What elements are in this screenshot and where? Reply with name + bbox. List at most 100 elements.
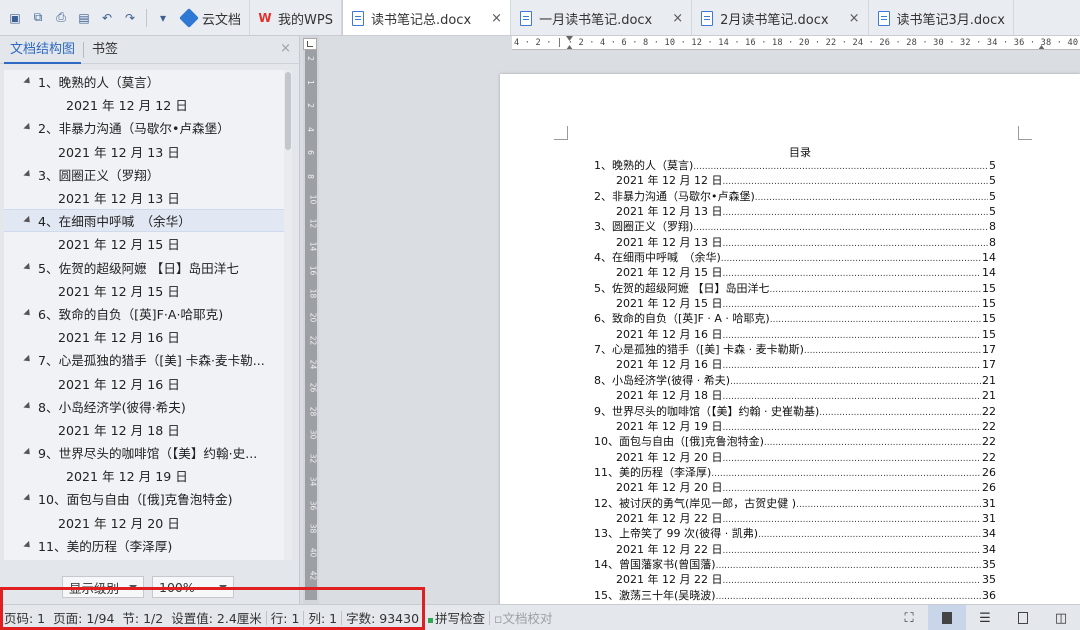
collapse-triangle-icon[interactable] [23, 169, 33, 179]
proofread-button[interactable]: ▫文档校对 [490, 608, 557, 627]
toc-entry[interactable]: 10、面包与自由（[俄]克鲁泡特金)......................… [594, 434, 996, 449]
status-setting[interactable]: 设置值: 2.4厘米 [167, 608, 266, 627]
toc-subentry[interactable]: 2021 年 12 月 19 日........................… [594, 419, 996, 434]
dropdown-icon[interactable]: ▾ [152, 7, 174, 29]
outline-scrollbar[interactable] [284, 70, 292, 560]
status-word-count[interactable]: 字数: 93430 [342, 608, 423, 627]
tab-document[interactable]: 一月读书笔记.docx × [511, 0, 693, 35]
outline-subheading-item[interactable]: 2021 年 12 月 16 日 [4, 371, 292, 394]
outline-subheading-item[interactable]: 2021 年 12 月 20 日 [4, 511, 292, 534]
vertical-ruler[interactable]: 2 1 2 4 6 8 10 12 14 16 18 20 22 24 26 28 30 32 34 36 38 40 42 [303, 36, 319, 604]
focus-mode-icon[interactable]: ⛶ [890, 605, 928, 630]
toc-entry[interactable]: 14、曾国藩家书(曾国藩)...........................… [594, 557, 996, 572]
tab-document[interactable]: 2月读书笔记.docx × [692, 0, 869, 35]
outline-subheading-item[interactable]: 2021 年 12 月 13 日 [4, 186, 292, 209]
outline-heading-item[interactable]: 4、在细雨中呼喊 （余华） [4, 209, 292, 233]
status-pages[interactable]: 页面: 1/94 [49, 608, 118, 627]
outline-subheading-item[interactable]: 2021 年 12 月 18 日 [4, 418, 292, 441]
document-page[interactable]: 目录 1、晚熟的人（莫言)...........................… [500, 74, 1080, 614]
tab-bookmarks[interactable]: 书签 [86, 36, 124, 64]
reading-mode-icon[interactable]: ◫ [1042, 605, 1080, 630]
export-icon[interactable]: ⧉ [27, 7, 49, 29]
toc-subentry[interactable]: 2021 年 12 月 13 日........................… [594, 204, 996, 219]
outline-subheading-item[interactable]: 2021 年 12 月 12 日 [4, 93, 292, 116]
outline-heading-item[interactable]: 6、致命的自负（[英]F·A·哈耶克) [4, 302, 292, 325]
outline-view-icon[interactable]: ☰ [966, 605, 1004, 630]
status-col[interactable]: 列: 1 [304, 608, 341, 627]
web-view-icon[interactable] [1004, 605, 1042, 630]
toc-subentry[interactable]: 2021 年 12 月 22 日........................… [594, 511, 996, 526]
spellcheck-toggle[interactable]: 拼写检查 [424, 608, 489, 627]
scrollbar-thumb[interactable] [285, 72, 291, 150]
outline-heading-item[interactable]: 9、世界尽头的咖啡馆（【美】约翰·史... [4, 441, 292, 464]
status-page-code[interactable]: 页码: 1 [0, 608, 49, 627]
toc-subentry[interactable]: 2021 年 12 月 12 日........................… [594, 173, 996, 188]
outline-subheading-item[interactable]: 2021 年 12 月 19 日 [4, 464, 292, 487]
close-icon[interactable]: × [280, 41, 291, 56]
horizontal-ruler[interactable]: 4 · 2 · | · 2 · 4 · 6 · 8 · 10 · 12 · 14… [512, 36, 1080, 50]
toc-subentry[interactable]: 2021 年 12 月 16 日........................… [594, 357, 996, 372]
toc-subentry[interactable]: 2021 年 12 月 13 日........................… [594, 235, 996, 250]
indent-marker[interactable] [566, 36, 573, 49]
toc-entry[interactable]: 9、世界尽头的咖啡馆（【美】约翰 · 史崔勒基)................… [594, 404, 996, 419]
collapse-triangle-icon[interactable] [23, 355, 33, 365]
toc-entry[interactable]: 4、在细雨中呼喊 （余华)...........................… [594, 250, 996, 265]
tab-stop-selector[interactable] [303, 38, 317, 50]
outline-subheading-item[interactable]: 2021 年 12 月 15 日 [4, 232, 292, 255]
tab-document-active[interactable]: 读书笔记总.docx × [341, 0, 512, 35]
collapse-triangle-icon[interactable] [23, 401, 33, 411]
status-section[interactable]: 节: 1/2 [118, 608, 167, 627]
level-select[interactable]: 显示级别 [62, 576, 144, 598]
outline-heading-item[interactable]: 5、佐贺的超级阿嬷 【日】岛田洋七 [4, 256, 292, 279]
outline-subheading-item[interactable]: 2021 年 12 月 15 日 [4, 279, 292, 302]
undo-icon[interactable]: ↶ [96, 7, 118, 29]
tab-outline[interactable]: 文档结构图 [4, 36, 82, 64]
toc-subentry[interactable]: 2021 年 12 月 16 日........................… [594, 327, 996, 342]
toc-entry[interactable]: 3、圆圈正义（罗翔)..............................… [594, 219, 996, 234]
collapse-triangle-icon[interactable] [23, 447, 33, 458]
toc-entry[interactable]: 2、非暴力沟通（马歇尔•卢森堡)........................… [594, 189, 996, 204]
outline-heading-item[interactable]: 2、非暴力沟通（马歇尔•卢森堡） [4, 116, 292, 139]
collapse-triangle-icon[interactable] [23, 216, 33, 226]
toc-entry[interactable]: 11、美的历程（李泽厚)............................… [594, 465, 996, 480]
toc-subentry[interactable]: 2021 年 12 月 20 日........................… [594, 450, 996, 465]
zoom-select[interactable]: 100% [152, 576, 234, 598]
collapse-triangle-icon[interactable] [23, 262, 33, 272]
toc-entry[interactable]: 8、小岛经济学(彼得 · 希夫)........................… [594, 373, 996, 388]
close-icon[interactable]: × [491, 11, 502, 26]
preview-icon[interactable]: ▤ [73, 7, 95, 29]
outline-heading-item[interactable]: 1、晚熟的人（莫言） [4, 70, 292, 93]
print-icon[interactable]: ⎙ [50, 7, 72, 29]
tab-my-wps[interactable]: W 我的WPS [250, 0, 342, 35]
collapse-triangle-icon[interactable] [23, 123, 33, 133]
tab-document[interactable]: 读书笔记3月.docx [869, 0, 1014, 35]
toc-subentry[interactable]: 2021 年 12 月 15 日........................… [594, 265, 996, 280]
toc-entry[interactable]: 1、晚熟的人（莫言)..............................… [594, 158, 996, 173]
status-row[interactable]: 行: 1 [267, 608, 304, 627]
close-icon[interactable]: × [849, 11, 860, 26]
collapse-triangle-icon[interactable] [23, 540, 33, 550]
toc-entry[interactable]: 5、佐贺的超级阿嬷 【日】岛田洋七.......................… [594, 281, 996, 296]
outline-heading-item[interactable]: 3、圆圈正义（罗翔） [4, 163, 292, 186]
page-view-icon[interactable] [928, 605, 966, 630]
outline-subheading-item[interactable]: 2021 年 12 月 13 日 [4, 140, 292, 163]
save-icon[interactable]: ▣ [4, 7, 26, 29]
redo-icon[interactable]: ↷ [119, 7, 141, 29]
outline-heading-item[interactable]: 7、心是孤独的猎手（[美] 卡森·麦卡勒... [4, 348, 292, 371]
toc-subentry[interactable]: 2021 年 12 月 22 日........................… [594, 542, 996, 557]
toc-entry[interactable]: 6、致命的自负（[英]F · A · 哈耶克).................… [594, 311, 996, 326]
outline-subheading-item[interactable]: 2021 年 12 月 16 日 [4, 325, 292, 348]
collapse-triangle-icon[interactable] [23, 494, 33, 504]
collapse-triangle-icon[interactable] [23, 308, 33, 319]
toc-entry[interactable]: 12、被讨厌的勇气(岸见一郎，古贺史健 )...................… [594, 496, 996, 511]
close-icon[interactable]: × [672, 11, 683, 26]
toc-subentry[interactable]: 2021 年 12 月 22 日........................… [594, 572, 996, 587]
toc-subentry[interactable]: 2021 年 12 月 20 日........................… [594, 480, 996, 495]
outline-heading-item[interactable]: 10、面包与自由（[俄]克鲁泡特金) [4, 487, 292, 510]
toc-entry[interactable]: 15、激荡三十年(吴晓波)...........................… [594, 588, 996, 603]
tab-cloud-docs[interactable]: 云文档 [174, 0, 251, 35]
toc-entry[interactable]: 7、心是孤独的猎手（[美] 卡森 · 麦卡勒斯)................… [594, 342, 996, 357]
toc-subentry[interactable]: 2021 年 12 月 18 日........................… [594, 388, 996, 403]
collapse-triangle-icon[interactable] [23, 76, 33, 87]
toc-subentry[interactable]: 2021 年 12 月 15 日........................… [594, 296, 996, 311]
